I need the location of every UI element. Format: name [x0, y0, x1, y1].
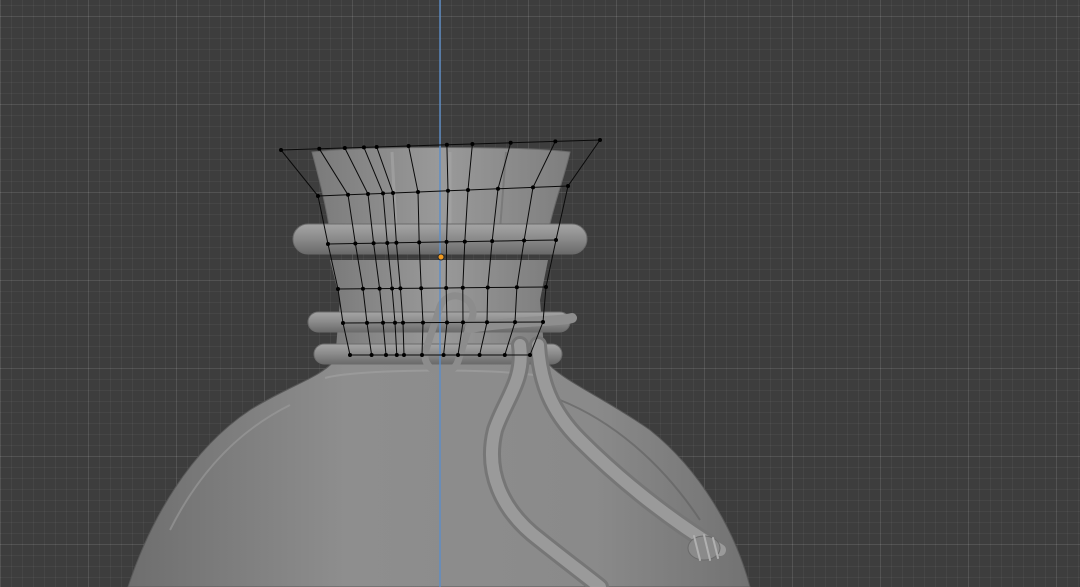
- cage-vertex[interactable]: [598, 138, 602, 142]
- cage-vertex[interactable]: [353, 241, 358, 246]
- cage-vertex[interactable]: [417, 240, 422, 245]
- cage-vertex[interactable]: [470, 142, 475, 146]
- cage-vertex[interactable]: [566, 184, 570, 188]
- cage-vertex[interactable]: [374, 145, 379, 149]
- cage-vertex[interactable]: [279, 148, 283, 152]
- cage-vertex[interactable]: [348, 353, 352, 357]
- cage-vertex[interactable]: [522, 238, 527, 243]
- cage-vertex[interactable]: [394, 240, 399, 245]
- cage-vertex[interactable]: [502, 353, 507, 357]
- cage-vertex[interactable]: [381, 320, 385, 325]
- cage-vertex[interactable]: [377, 286, 382, 291]
- cage-vertex[interactable]: [317, 146, 322, 151]
- cage-vertex[interactable]: [485, 320, 489, 325]
- cage-vertex[interactable]: [371, 241, 376, 246]
- cage-vertex[interactable]: [421, 320, 425, 325]
- cage-vertex[interactable]: [528, 353, 532, 357]
- cage-vertex[interactable]: [466, 188, 470, 192]
- cage-vertex[interactable]: [531, 185, 535, 190]
- cage-vertex[interactable]: [444, 285, 449, 290]
- cage-vertex[interactable]: [541, 320, 545, 324]
- cage-vertex[interactable]: [444, 142, 449, 147]
- cage-vertex[interactable]: [326, 242, 330, 246]
- cage-vertex[interactable]: [398, 286, 403, 291]
- cage-vertex[interactable]: [461, 320, 465, 325]
- cage-vertex[interactable]: [390, 286, 395, 291]
- cage-vertex[interactable]: [554, 238, 558, 242]
- cage-vertex[interactable]: [316, 194, 320, 198]
- cage-vertex[interactable]: [336, 287, 340, 291]
- cage-vertex[interactable]: [341, 321, 345, 325]
- cage-vertex[interactable]: [401, 320, 405, 325]
- cage-vertex[interactable]: [369, 353, 374, 357]
- viewport-scene[interactable]: [0, 0, 1080, 587]
- cage-vertex[interactable]: [416, 190, 420, 194]
- cage-vertex[interactable]: [406, 144, 411, 148]
- cage-vertex[interactable]: [394, 353, 399, 357]
- cage-vertex[interactable]: [508, 140, 513, 145]
- cage-vertex[interactable]: [477, 353, 482, 357]
- cage-vertex[interactable]: [346, 192, 350, 197]
- cage-vertex[interactable]: [462, 239, 467, 244]
- cage-vertex[interactable]: [456, 353, 460, 357]
- cage-vertex[interactable]: [444, 239, 449, 244]
- cage-vertex[interactable]: [360, 286, 365, 291]
- cage-vertex[interactable]: [445, 320, 449, 325]
- cage-vertex[interactable]: [419, 286, 424, 291]
- cage-vertex[interactable]: [514, 285, 519, 290]
- cage-vertex[interactable]: [342, 146, 347, 150]
- 3d-viewport[interactable]: [0, 0, 1080, 587]
- bottle-body[interactable]: [127, 359, 751, 587]
- cage-vertex[interactable]: [391, 191, 395, 195]
- cage-vertex[interactable]: [490, 239, 495, 244]
- cage-vertex[interactable]: [496, 186, 500, 191]
- cage-vertex[interactable]: [513, 320, 517, 325]
- cage-vertex[interactable]: [393, 320, 397, 325]
- cage-vertex[interactable]: [446, 188, 450, 193]
- cage-vertex[interactable]: [441, 353, 446, 357]
- cage-vertex[interactable]: [365, 320, 369, 325]
- object-origin-icon[interactable]: [437, 253, 445, 261]
- cage-vertex[interactable]: [384, 353, 388, 357]
- cage-vertex[interactable]: [544, 285, 548, 289]
- cage-vertex[interactable]: [361, 145, 366, 150]
- cage-vertex[interactable]: [385, 240, 390, 245]
- cage-vertex[interactable]: [366, 192, 370, 196]
- cage-vertex[interactable]: [420, 353, 424, 357]
- cage-vertex[interactable]: [381, 191, 385, 196]
- cage-vertex[interactable]: [485, 285, 490, 290]
- cage-vertex[interactable]: [402, 353, 406, 357]
- cage-vertex[interactable]: [553, 139, 558, 144]
- cage-vertex[interactable]: [460, 285, 465, 290]
